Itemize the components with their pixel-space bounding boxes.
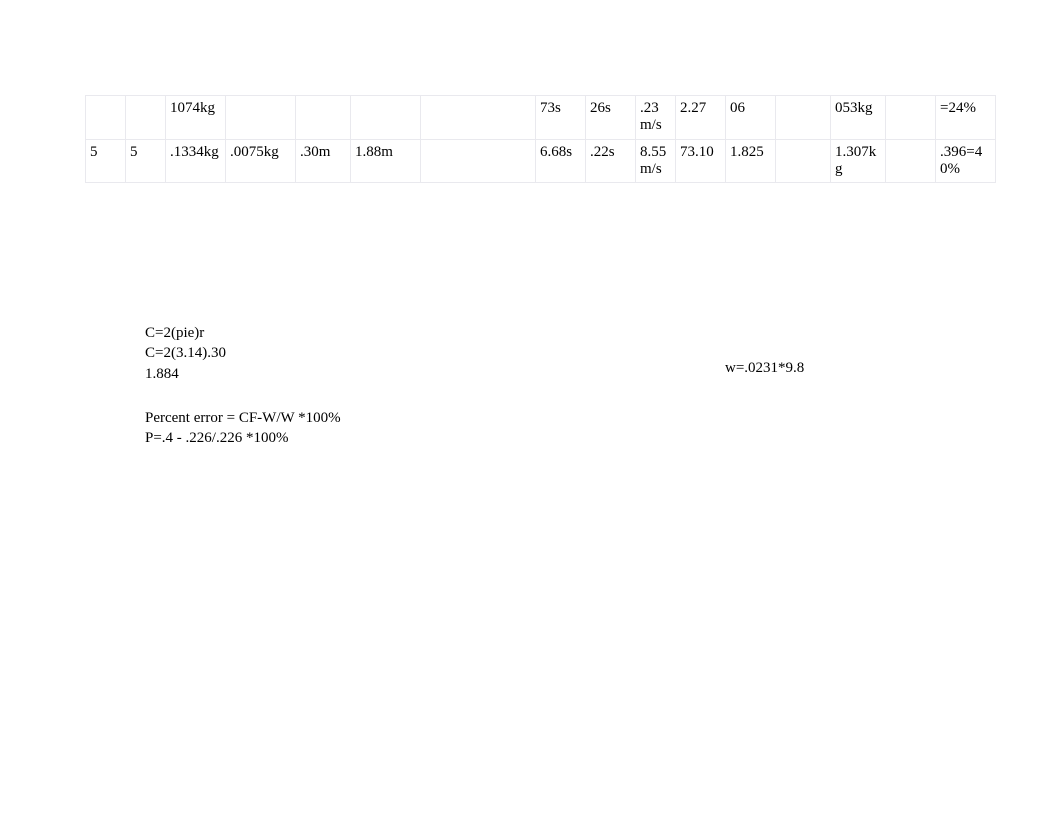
table-cell: [351, 96, 421, 140]
table-cell: 8.55m/s: [636, 139, 676, 183]
calc-line: C=2(3.14).30: [145, 343, 341, 363]
calc-line: P=.4 - .226/.226 *100%: [145, 428, 341, 448]
table-cell: 5: [86, 139, 126, 183]
table-cell: [296, 96, 351, 140]
calc-line: 1.884: [145, 364, 341, 384]
table-cell: .22s: [586, 139, 636, 183]
table-cell: 1074kg: [166, 96, 226, 140]
table-cell: 26s: [586, 96, 636, 140]
calc-line: w=.0231*9.8: [725, 358, 804, 378]
table-cell: [886, 96, 936, 140]
table-row: 1074kg 73s26s.23m/s2.2706 053kg =24%: [86, 96, 996, 140]
table-cell: .30m: [296, 139, 351, 183]
table-cell: [86, 96, 126, 140]
table-cell: 2.27: [676, 96, 726, 140]
document-page: 1074kg73s26s.23m/s2.2706053kg=24%55.1334…: [0, 0, 1062, 822]
table-cell: .1334kg: [166, 139, 226, 183]
notes-right: w=.0231*9.8: [725, 343, 804, 393]
table-cell: [421, 96, 536, 140]
table-cell: 06: [726, 96, 776, 140]
calc-line: C=2(pie)r: [145, 323, 341, 343]
table-cell: 053kg: [831, 96, 886, 140]
table-cell: [776, 96, 831, 140]
table-cell: [126, 96, 166, 140]
table-cell: .396=40%: [936, 139, 996, 183]
table-cell: .0075kg: [226, 139, 296, 183]
table-cell: [886, 139, 936, 183]
data-table: 1074kg73s26s.23m/s2.2706053kg=24%55.1334…: [85, 95, 996, 183]
table-cell: [421, 139, 536, 183]
table-cell: 73.10: [676, 139, 726, 183]
table-cell: 1.88m: [351, 139, 421, 183]
table-cell: [226, 96, 296, 140]
table-cell: 6.68s: [536, 139, 586, 183]
table-cell: .23m/s: [636, 96, 676, 140]
table-cell: 1.307kg: [831, 139, 886, 183]
table-cell: 5: [126, 139, 166, 183]
calc-line: Percent error = CF-W/W *100%: [145, 408, 341, 428]
table-cell: 73s: [536, 96, 586, 140]
table-row: 55.1334kg.0075kg.30m1.88m6.68s.22s8.55m/…: [86, 139, 996, 183]
table-cell: 1.825: [726, 139, 776, 183]
table-cell: [776, 139, 831, 183]
table-cell: =24%: [936, 96, 996, 140]
notes-block: C=2(pie)r C=2(3.14).30 1.884 Percent err…: [145, 323, 341, 448]
